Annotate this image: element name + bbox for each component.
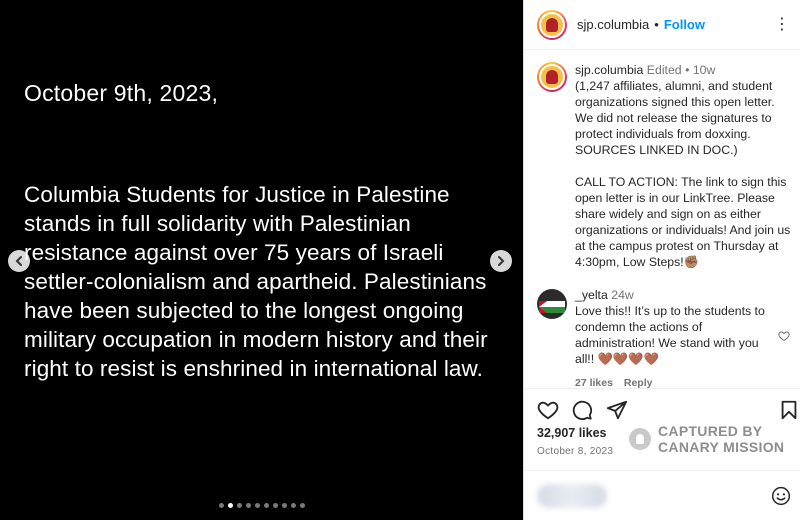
carousel-prev-button[interactable] — [8, 250, 30, 272]
caption-dot: • — [685, 63, 690, 77]
caption-paragraph-2: CALL TO ACTION: The link to sign this op… — [575, 175, 791, 269]
comment-body: Love this!! It’s up to the students to c… — [575, 304, 765, 366]
more-options-icon[interactable]: ⋮ — [773, 14, 791, 34]
comment-text: _yelta 24w Love this!! It’s up to the st… — [575, 287, 775, 391]
caption-edited: Edited — [646, 63, 682, 77]
comment-age: 24w — [611, 288, 634, 302]
carousel-dots — [0, 503, 523, 508]
post-caption: sjp.columbia Edited • 10w (1,247 affilia… — [537, 62, 797, 270]
post-sidebar: sjp.columbia • Follow ⋮ sjp.columbia Edi… — [523, 0, 800, 520]
watermark-line-2: CANARY MISSION — [658, 439, 785, 455]
heart-icon — [537, 401, 559, 420]
paper-plane-icon — [606, 400, 628, 420]
author-avatar[interactable] — [537, 9, 567, 40]
post-date: October 8, 2023 — [537, 446, 614, 457]
chevron-left-icon — [15, 256, 22, 266]
follow-button[interactable]: Follow — [664, 17, 705, 32]
carousel-dot — [290, 503, 296, 508]
caption-paragraph-1: (1,247 affiliates, alumni, and student o… — [575, 79, 775, 157]
share-button[interactable] — [606, 399, 628, 421]
commenter-avatar[interactable] — [537, 289, 567, 319]
post-header: sjp.columbia • Follow ⋮ — [524, 0, 800, 50]
save-button[interactable] — [778, 399, 800, 421]
carousel-dot — [218, 503, 224, 508]
caption-avatar[interactable] — [537, 62, 567, 92]
comment-icon — [572, 400, 593, 421]
chevron-right-icon — [498, 256, 505, 266]
add-comment-bar — [524, 470, 800, 520]
caption-text: sjp.columbia Edited • 10w (1,247 affilia… — [575, 62, 793, 270]
like-button[interactable] — [537, 399, 559, 421]
media-body-text: Columbia Students for Justice in Palesti… — [24, 182, 488, 381]
carousel-dot — [299, 503, 305, 508]
commenter-username[interactable]: _yelta — [575, 288, 608, 302]
blurred-avatar — [537, 483, 607, 508]
caption-age: 10w — [692, 63, 716, 77]
post-likes[interactable]: 32,907 likes — [537, 426, 607, 440]
carousel-dot — [281, 503, 287, 508]
comment-heart-icon[interactable] — [778, 330, 790, 342]
smiley-icon[interactable] — [771, 486, 791, 506]
carousel-dot — [263, 503, 269, 508]
watermark-line-1: CAPTURED BY — [658, 423, 763, 439]
post-media: October 9th, 2023, Columbia Students for… — [0, 0, 523, 520]
media-date-line: October 9th, 2023, — [24, 80, 219, 106]
carousel-dot — [245, 503, 251, 508]
bookmark-icon — [781, 400, 797, 420]
carousel-dot — [272, 503, 278, 508]
canary-logo-icon — [629, 428, 651, 450]
caption-username[interactable]: sjp.columbia — [575, 63, 643, 77]
watermark: CAPTURED BY CANARY MISSION — [629, 423, 794, 455]
author-username[interactable]: sjp.columbia — [577, 17, 649, 32]
carousel-next-button[interactable] — [490, 250, 512, 272]
carousel-dot — [236, 503, 242, 508]
carousel-dot — [227, 503, 233, 508]
carousel-dot — [254, 503, 260, 508]
comment-button[interactable] — [571, 399, 593, 421]
comment-item: _yelta 24w Love this!! It’s up to the st… — [537, 287, 797, 391]
post-actions — [524, 388, 800, 428]
header-separator: • — [654, 17, 659, 32]
